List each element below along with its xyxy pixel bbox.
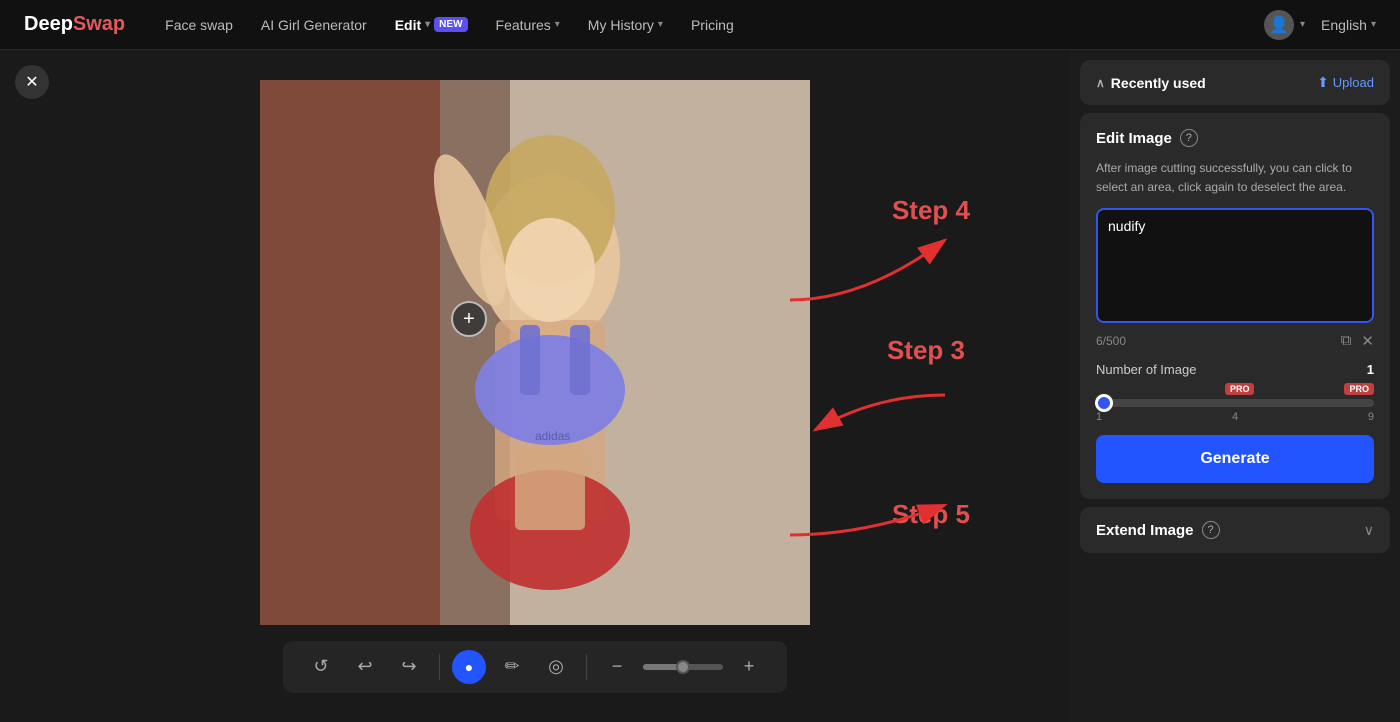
zoom-out-button[interactable]: − — [599, 649, 635, 685]
clear-icon[interactable]: ✕ — [1361, 332, 1374, 350]
slider-max: 9 — [1368, 411, 1374, 423]
step3-arrow — [795, 375, 955, 455]
crosshair-marker[interactable]: + — [451, 301, 487, 337]
main-content: ✕ — [0, 50, 1400, 722]
toolbar-divider1 — [439, 654, 440, 680]
num-images-label: Number of Image — [1096, 362, 1196, 377]
extend-image-card[interactable]: Extend Image ? ∨ — [1080, 507, 1390, 553]
toolbar-divider2 — [586, 654, 587, 680]
zoom-slider-track[interactable] — [643, 664, 723, 670]
step4-arrow — [785, 220, 965, 320]
close-button[interactable]: ✕ — [15, 65, 49, 99]
step5-label: Step 5 — [892, 499, 970, 530]
svg-text:adidas: adidas — [535, 429, 570, 443]
main-image: adidas — [260, 80, 810, 625]
avatar: 👤 — [1264, 10, 1294, 40]
nav-right: 👤 ▾ English ▾ — [1264, 10, 1376, 40]
language-label: English — [1321, 17, 1367, 33]
upload-icon: ⬆ — [1317, 74, 1329, 91]
chevron-up-icon: ∧ — [1096, 76, 1105, 90]
redo-button[interactable]: ↪ — [391, 649, 427, 685]
char-count: 6/500 — [1096, 334, 1126, 348]
navbar: DeepSwap Face swap AI Girl Generator Edi… — [0, 0, 1400, 50]
num-images-row: Number of Image 1 PRO PRO 1 4 9 — [1096, 362, 1374, 423]
lang-chevron: ▾ — [1371, 19, 1376, 30]
brush-circle-tool[interactable]: ● — [452, 650, 486, 684]
nav-edit[interactable]: Edit ▾ NEW — [395, 17, 468, 33]
zoom-in-button[interactable]: + — [731, 649, 767, 685]
generate-button[interactable]: Generate — [1096, 435, 1374, 483]
copy-icon[interactable]: ⧉ — [1341, 332, 1352, 350]
nav-links: Face swap AI Girl Generator Edit ▾ NEW F… — [165, 17, 1264, 33]
nav-features[interactable]: Features▾ — [496, 17, 560, 33]
step3-label: Step 3 — [887, 335, 965, 366]
avatar-area[interactable]: 👤 ▾ — [1264, 10, 1305, 40]
undo-button[interactable]: ↩ — [347, 649, 383, 685]
extend-help-icon[interactable]: ? — [1202, 521, 1220, 539]
slider-thumb — [1095, 394, 1113, 412]
step4-label: Step 4 — [892, 195, 970, 226]
extend-image-title: Extend Image — [1096, 522, 1194, 539]
avatar-chevron: ▾ — [1300, 19, 1305, 30]
pro-badge-2: PRO — [1344, 383, 1374, 395]
slider-min: 1 — [1096, 411, 1102, 423]
zoom-slider-thumb — [676, 660, 690, 674]
logo[interactable]: DeepSwap — [24, 13, 125, 36]
edit-image-card: Edit Image ? After image cutting success… — [1080, 113, 1390, 499]
image-container: adidas + Step 4 Step 3 Step 5 — [260, 80, 810, 625]
nav-my-history[interactable]: My History▾ — [588, 17, 663, 33]
edit-help-icon[interactable]: ? — [1180, 129, 1198, 147]
num-images-value: 1 — [1367, 362, 1374, 377]
recently-used-card: ∧ Recently used ⬆ Upload — [1080, 60, 1390, 105]
eraser-tool[interactable]: ◎ — [538, 649, 574, 685]
image-toolbar: ↺ ↩ ↪ ● ✏ ◎ − + — [283, 641, 787, 693]
edit-image-title: Edit Image — [1096, 130, 1172, 147]
upload-button[interactable]: ⬆ Upload — [1317, 74, 1374, 91]
left-panel: ✕ — [0, 50, 1070, 722]
slider-mid: 4 — [1232, 411, 1238, 423]
new-badge: NEW — [434, 17, 467, 32]
prompt-textarea[interactable] — [1096, 208, 1374, 323]
recently-used-title: ∧ Recently used — [1096, 75, 1206, 91]
pro-badge-1: PRO — [1225, 383, 1255, 395]
image-count-slider[interactable] — [1096, 399, 1374, 407]
extend-chevron-icon: ∨ — [1364, 522, 1374, 539]
nav-pricing[interactable]: Pricing — [691, 17, 734, 33]
nav-ai-girl[interactable]: AI Girl Generator — [261, 17, 367, 33]
right-panel: ∧ Recently used ⬆ Upload Edit Image ? Af… — [1070, 50, 1400, 722]
rotate-button[interactable]: ↺ — [303, 649, 339, 685]
edit-description: After image cutting successfully, you ca… — [1096, 159, 1374, 196]
prompt-container: nudify 6/500 ⧉ ✕ — [1096, 208, 1374, 350]
nav-face-swap[interactable]: Face swap — [165, 17, 233, 33]
paint-brush-tool[interactable]: ✏ — [494, 649, 530, 685]
language-selector[interactable]: English ▾ — [1321, 17, 1376, 33]
